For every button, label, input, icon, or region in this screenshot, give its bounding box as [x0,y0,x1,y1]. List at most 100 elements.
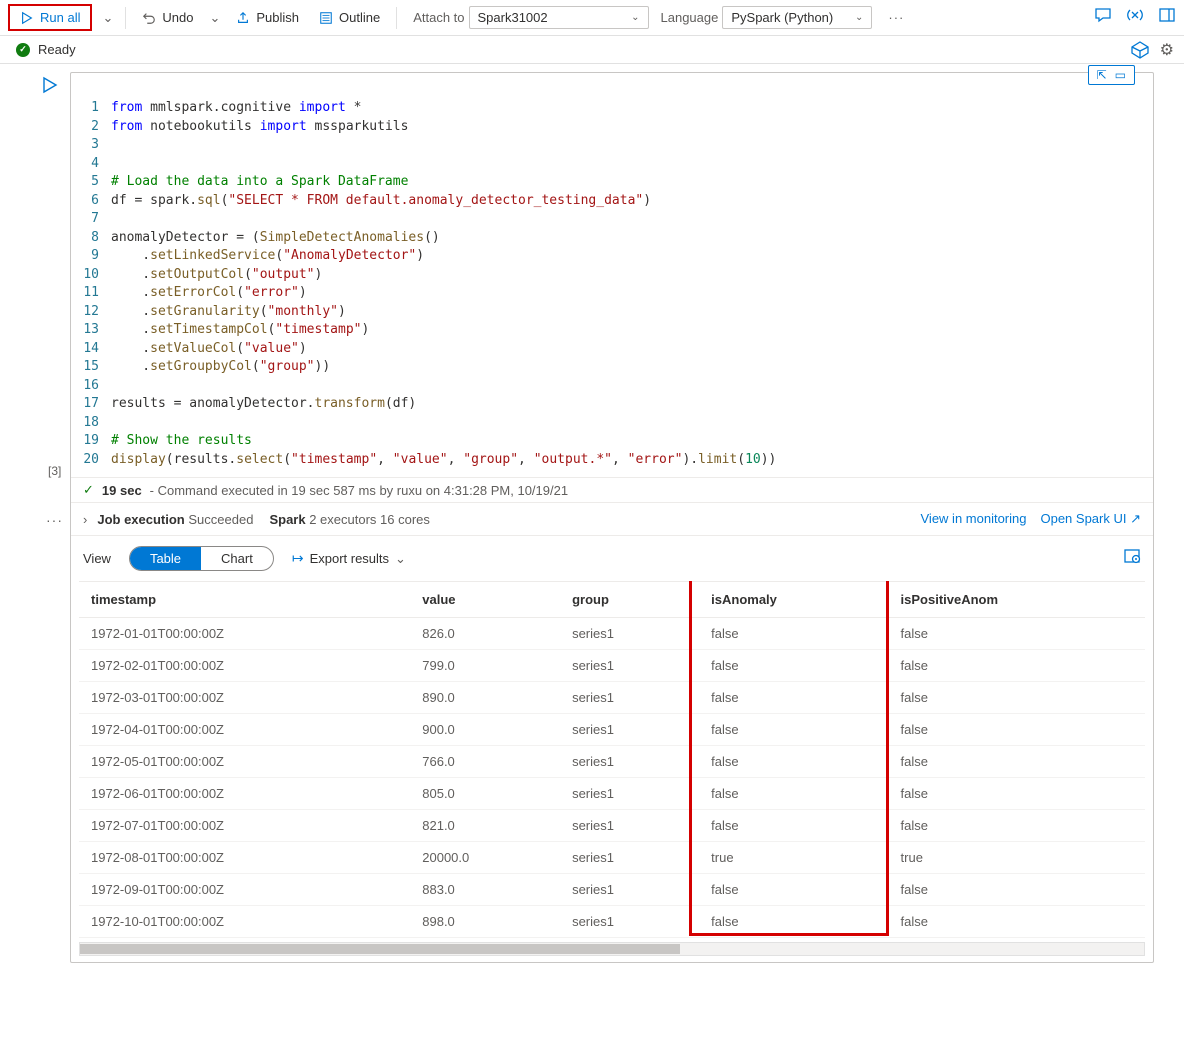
table-cell: 821.0 [410,810,560,842]
line-numbers: 1234567891011121314151617181920 [71,99,111,469]
spark-label: Spark [269,512,305,527]
table-cell: series1 [560,842,699,874]
table-cell: 1972-07-01T00:00:00Z [79,810,410,842]
table-cell: false [889,682,1145,714]
exec-detail: - Command executed in 19 sec 587 ms by r… [150,483,568,498]
chevron-down-icon: ⌄ [395,551,406,567]
job-status: Succeeded [188,512,253,527]
table-cell: false [699,714,888,746]
cell-action-icon[interactable]: ▭ [1115,68,1126,82]
language-dropdown[interactable]: PySpark (Python) ⌄ [722,6,872,29]
run-all-chevron[interactable]: ⌄ [98,8,117,28]
table-cell: false [889,618,1145,650]
execution-count: [3] [48,464,61,478]
results-table: timestampvaluegroupisAnomalyisPositiveAn… [79,581,1145,938]
outline-button[interactable]: Outline [311,6,388,29]
cell-more-menu[interactable]: ··· [46,512,63,528]
open-spark-ui-link[interactable]: Open Spark UI ↗ [1040,511,1141,527]
view-monitoring-link[interactable]: View in monitoring [921,511,1027,527]
play-icon [20,11,34,25]
attach-to-dropdown[interactable]: Spark31002 ⌄ [469,6,649,29]
table-cell: 1972-10-01T00:00:00Z [79,906,410,938]
table-cell: false [699,874,888,906]
attach-to-label: Attach to [413,10,464,25]
table-cell: false [889,874,1145,906]
undo-icon [142,11,156,25]
table-cell: 1972-06-01T00:00:00Z [79,778,410,810]
table-cell: 883.0 [410,874,560,906]
table-row: 1972-01-01T00:00:00Z826.0series1falsefal… [79,618,1145,650]
cell-action-buttons[interactable]: ⇱ ▭ [1088,65,1135,85]
expand-chevron[interactable]: › [83,512,87,527]
main-toolbar: Run all ⌄ Undo ⌄ Publish Outline Attach … [0,0,1184,36]
toolbar-right-icons [1094,6,1176,29]
undo-button[interactable]: Undo [134,6,201,29]
separator [396,7,397,29]
column-header[interactable]: value [410,582,560,618]
undo-chevron[interactable]: ⌄ [205,8,224,28]
column-header[interactable]: timestamp [79,582,410,618]
code-editor[interactable]: ⇱ ▭ 1234567891011121314151617181920 from… [70,72,1154,963]
exec-duration: 19 sec [102,483,142,498]
results-view-bar: View Table Chart ↦ Export results ⌄ [71,535,1153,581]
table-row: 1972-05-01T00:00:00Z766.0series1falsefal… [79,746,1145,778]
cube-icon[interactable] [1130,40,1150,60]
table-cell: 900.0 [410,714,560,746]
column-header[interactable]: group [560,582,699,618]
cell-run-button[interactable] [42,76,58,97]
variables-icon[interactable] [1126,6,1144,29]
chart-view-tab[interactable]: Chart [201,547,273,570]
table-row: 1972-06-01T00:00:00Z805.0series1falsefal… [79,778,1145,810]
results-table-container: timestampvaluegroupisAnomalyisPositiveAn… [79,581,1145,938]
table-row: 1972-07-01T00:00:00Z821.0series1falsefal… [79,810,1145,842]
outline-label: Outline [339,10,380,25]
export-label: Export results [310,551,389,566]
table-cell: series1 [560,906,699,938]
view-toggle: Table Chart [129,546,274,571]
spark-detail: 2 executors 16 cores [309,512,430,527]
table-cell: false [699,906,888,938]
publish-button[interactable]: Publish [228,6,307,29]
column-header[interactable]: isAnomaly [699,582,888,618]
panel-icon[interactable] [1158,6,1176,29]
table-cell: series1 [560,682,699,714]
table-cell: 1972-03-01T00:00:00Z [79,682,410,714]
table-view-tab[interactable]: Table [130,547,201,570]
table-cell: series1 [560,618,699,650]
more-menu[interactable]: ··· [884,8,908,27]
table-cell: true [889,842,1145,874]
outline-icon [319,11,333,25]
table-cell: 898.0 [410,906,560,938]
column-header[interactable]: isPositiveAnom [889,582,1145,618]
undo-label: Undo [162,10,193,25]
table-cell: false [699,682,888,714]
table-cell: 890.0 [410,682,560,714]
table-cell: false [889,778,1145,810]
table-cell: true [699,842,888,874]
table-row: 1972-02-01T00:00:00Z799.0series1falsefal… [79,650,1145,682]
table-cell: 1972-02-01T00:00:00Z [79,650,410,682]
table-row: 1972-10-01T00:00:00Z898.0series1falsefal… [79,906,1145,938]
code-content[interactable]: from mmlspark.cognitive import * from no… [111,99,1153,469]
export-results-button[interactable]: ↦ Export results ⌄ [292,550,406,567]
table-cell: false [699,778,888,810]
table-cell: false [699,746,888,778]
table-cell: 799.0 [410,650,560,682]
table-cell: series1 [560,874,699,906]
run-all-highlight: Run all [8,4,92,31]
attach-to-value: Spark31002 [478,10,548,25]
run-all-button[interactable]: Run all [12,6,88,29]
horizontal-scrollbar[interactable] [79,942,1145,956]
comment-icon[interactable] [1094,6,1112,29]
table-cell: series1 [560,714,699,746]
table-settings-icon[interactable] [1123,547,1141,570]
table-row: 1972-08-01T00:00:00Z20000.0series1truetr… [79,842,1145,874]
scrollbar-thumb[interactable] [80,944,680,954]
notebook-cell: [3] ··· ⇱ ▭ 1234567891011121314151617181… [0,64,1184,971]
gear-icon[interactable]: ⚙ [1160,40,1174,60]
table-cell: false [889,810,1145,842]
table-cell: false [699,618,888,650]
table-cell: 805.0 [410,778,560,810]
cell-action-icon[interactable]: ⇱ [1097,68,1107,82]
table-cell: 1972-05-01T00:00:00Z [79,746,410,778]
